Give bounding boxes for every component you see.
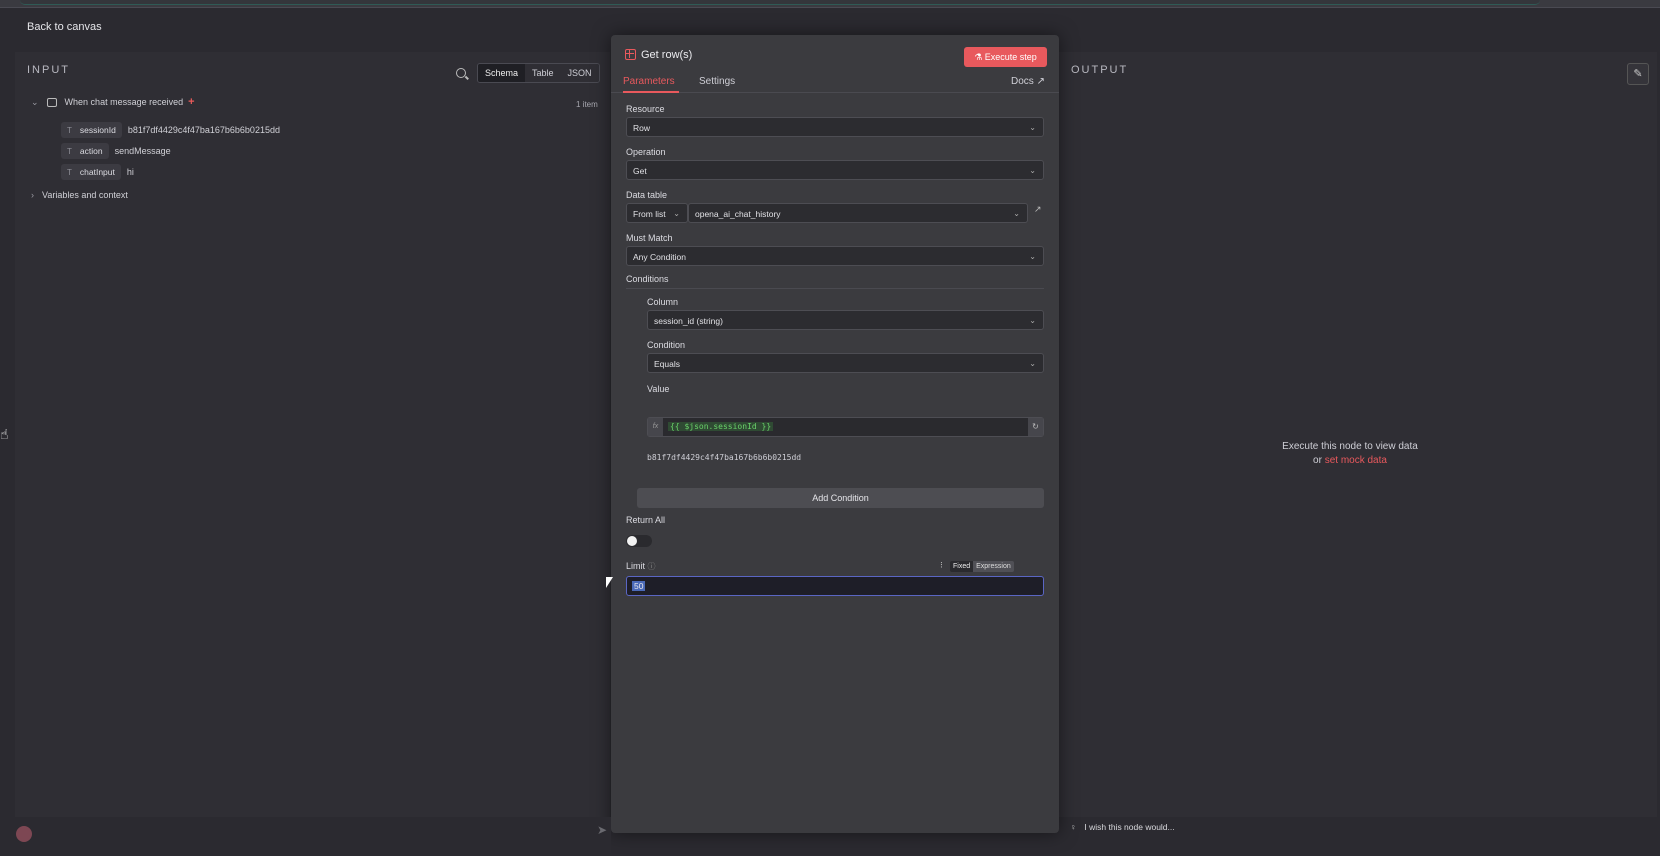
output-empty-text: Execute this node to view data <box>1282 441 1418 452</box>
node-settings-modal: Get row(s) ⚗ Execute step Parameters Set… <box>611 35 1059 833</box>
string-type-icon: T <box>67 147 72 156</box>
must-match-select[interactable]: Any Condition ⌄ <box>626 246 1044 266</box>
operation-label: Operation <box>626 147 666 157</box>
chat-icon <box>46 97 57 107</box>
trigger-name: When chat message received <box>64 97 184 107</box>
execute-step-button[interactable]: ⚗ Execute step <box>964 47 1047 67</box>
limit-label: Limit ⓘ <box>626 561 656 571</box>
tab-parameters[interactable]: Parameters <box>623 76 675 87</box>
chevron-down-icon: ⌄ <box>1029 316 1036 325</box>
or-label: or <box>1313 455 1322 466</box>
top-bar-strip <box>20 0 1540 5</box>
more-options-icon[interactable]: ⁝ <box>940 560 943 571</box>
window-top-bar <box>0 0 1660 8</box>
send-icon[interactable]: ➤ <box>597 823 607 837</box>
chevron-right-icon[interactable]: › <box>31 190 34 200</box>
tab-schema[interactable]: Schema <box>478 64 526 82</box>
feedback-link[interactable]: ♀ I wish this node would... <box>1070 822 1175 832</box>
operation-select[interactable]: Get ⌄ <box>626 160 1044 180</box>
condition-label: Condition <box>647 340 686 350</box>
resource-select[interactable]: Row ⌄ <box>626 117 1044 137</box>
chevron-down-icon: ⌄ <box>1013 209 1020 218</box>
field-value: b81f7df4429c4f47ba167b6b6b0215dd <box>127 125 280 135</box>
chevron-down-icon: ⌄ <box>1029 252 1036 261</box>
add-condition-button[interactable]: Add Condition <box>637 488 1044 508</box>
modal-header: Get row(s) ⚗ Execute step Parameters Set… <box>611 35 1059 93</box>
string-type-icon: T <box>67 126 72 135</box>
set-mock-data-link[interactable]: set mock data <box>1325 455 1387 466</box>
fixed-mode-button[interactable]: Fixed <box>950 561 974 572</box>
active-tab-underline <box>623 91 679 93</box>
output-empty-message: Execute this node to view data or set mo… <box>1240 440 1460 468</box>
chevron-down-icon: ⌄ <box>1029 123 1036 132</box>
back-to-canvas-link[interactable]: Back to canvas <box>27 21 102 33</box>
field-value: hi <box>126 167 134 177</box>
field-key: chatInput <box>79 167 115 177</box>
field-key-pill[interactable]: TsessionId <box>61 122 122 138</box>
conditions-divider <box>626 288 1044 289</box>
field-value: sendMessage <box>114 146 171 156</box>
docs-link[interactable]: Docs ↗ <box>1011 76 1045 87</box>
chat-input-bar <box>15 817 611 853</box>
item-count: 1 item <box>576 100 598 109</box>
value-label: Value <box>647 384 670 394</box>
search-icon[interactable] <box>456 68 466 78</box>
variables-row[interactable]: › Variables and context <box>31 190 128 200</box>
expression-result: b81f7df4429c4f47ba167b6b6b0215dd <box>647 453 802 462</box>
open-external-icon[interactable]: ↗ <box>1034 204 1042 215</box>
resource-label: Resource <box>626 104 665 114</box>
input-view-tabs: Schema Table JSON <box>477 63 600 83</box>
field-key: action <box>79 146 103 156</box>
data-table-label: Data table <box>626 190 668 200</box>
plus-icon[interactable]: + <box>188 96 194 108</box>
input-title: INPUT <box>27 64 70 76</box>
string-type-icon: T <box>67 168 72 177</box>
column-label: Column <box>647 297 679 307</box>
expression-mode-button[interactable]: Expression <box>973 561 1014 572</box>
chevron-down-icon[interactable]: ⌄ <box>31 97 39 108</box>
trigger-node-row[interactable]: ⌄ When chat message received + <box>31 96 195 108</box>
must-match-label: Must Match <box>626 233 673 243</box>
data-table-select[interactable]: opena_ai_chat_history ⌄ <box>688 203 1028 223</box>
conditions-label: Conditions <box>626 274 669 284</box>
edit-icon[interactable]: ✎ <box>1627 63 1649 85</box>
field-row: Taction sendMessage <box>61 143 171 159</box>
return-all-toggle[interactable] <box>626 535 652 547</box>
data-table-mode-select[interactable]: From list ⌄ <box>626 203 688 223</box>
limit-input[interactable]: 50 <box>626 576 1044 596</box>
node-title[interactable]: Get row(s) <box>641 49 692 61</box>
tab-settings[interactable]: Settings <box>699 76 735 87</box>
return-all-label: Return All <box>626 515 666 525</box>
variables-label: Variables and context <box>42 190 128 200</box>
field-row: TsessionId b81f7df4429c4f47ba167b6b6b021… <box>61 122 280 138</box>
info-icon[interactable]: ⓘ <box>648 562 656 571</box>
field-key-pill[interactable]: TchatInput <box>61 164 121 180</box>
chevron-down-icon: ⌄ <box>673 209 680 218</box>
field-row: TchatInput hi <box>61 164 134 180</box>
limit-value: 50 <box>632 581 646 591</box>
value-expression-input[interactable]: fx {{ $json.sessionId }} ↻ <box>647 417 1044 437</box>
chevron-down-icon: ⌄ <box>1029 359 1036 368</box>
expression-code[interactable]: {{ $json.sessionId }} <box>668 422 774 431</box>
lightbulb-icon: ♀ <box>1070 822 1077 832</box>
field-key: sessionId <box>79 125 116 135</box>
output-title: OUTPUT <box>1071 64 1129 76</box>
field-key-pill[interactable]: Taction <box>61 143 109 159</box>
column-select[interactable]: session_id (string) ⌄ <box>647 310 1044 330</box>
chevron-down-icon: ⌄ <box>1029 166 1036 175</box>
output-panel <box>1058 52 1657 817</box>
pan-hand-icon[interactable]: ☝ <box>0 426 9 443</box>
fixed-expression-switch: Fixed Expression <box>950 561 1014 572</box>
tab-table[interactable]: Table <box>525 64 561 82</box>
fx-icon: fx <box>648 418 663 436</box>
condition-select[interactable]: Equals ⌄ <box>647 353 1044 373</box>
table-icon <box>625 49 636 60</box>
mouse-cursor <box>606 577 613 588</box>
avatar <box>16 826 32 842</box>
refresh-icon[interactable]: ↻ <box>1028 418 1043 436</box>
tab-json[interactable]: JSON <box>560 64 599 82</box>
